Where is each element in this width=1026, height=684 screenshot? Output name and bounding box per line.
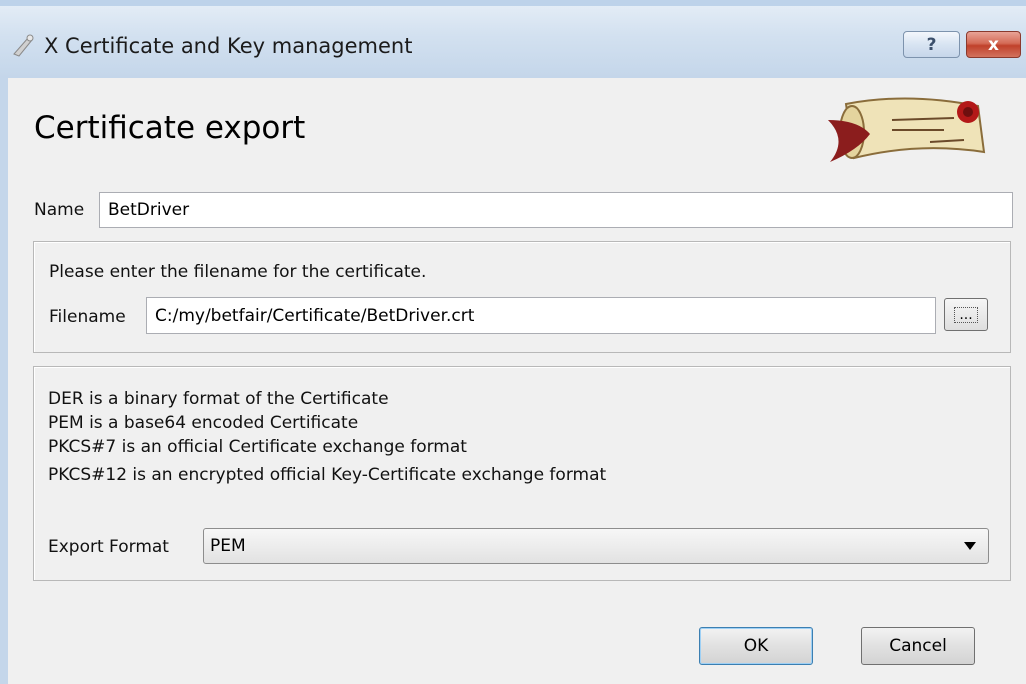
filename-label: Filename: [49, 307, 126, 327]
info-pem: PEM is a base64 encoded Certificate: [48, 413, 359, 433]
export-format-select[interactable]: PEM: [203, 528, 989, 564]
app-icon: [13, 34, 34, 57]
close-icon: x: [988, 34, 999, 55]
browse-label: ...: [954, 306, 978, 323]
window-title: X Certificate and Key management: [44, 34, 413, 58]
browse-button[interactable]: ...: [944, 298, 988, 331]
filename-prompt: Please enter the filename for the certif…: [49, 262, 427, 282]
filename-input[interactable]: C:/my/betfair/Certificate/BetDriver.crt: [146, 297, 936, 334]
scroll-logo-icon: [828, 97, 986, 162]
help-icon: ?: [926, 34, 937, 55]
page-title: Certificate export: [34, 110, 306, 146]
export-format-label: Export Format: [48, 537, 169, 557]
info-pkcs12: PKCS#12 is an encrypted official Key-Cer…: [48, 465, 607, 485]
info-der: DER is a binary format of the Certificat…: [48, 389, 389, 409]
cancel-button[interactable]: Cancel: [861, 627, 975, 665]
name-input[interactable]: BetDriver: [99, 192, 1013, 228]
close-button[interactable]: x: [966, 31, 1021, 58]
help-button[interactable]: ?: [903, 31, 960, 58]
info-pkcs7: PKCS#7 is an official Certificate exchan…: [48, 437, 467, 457]
title-bar: X Certificate and Key management ? x: [0, 0, 1026, 78]
ok-button[interactable]: OK: [699, 627, 813, 665]
export-format-value: PEM: [210, 536, 246, 556]
window-border: [0, 78, 8, 684]
chevron-down-icon: [964, 542, 976, 550]
name-label: Name: [34, 200, 85, 220]
